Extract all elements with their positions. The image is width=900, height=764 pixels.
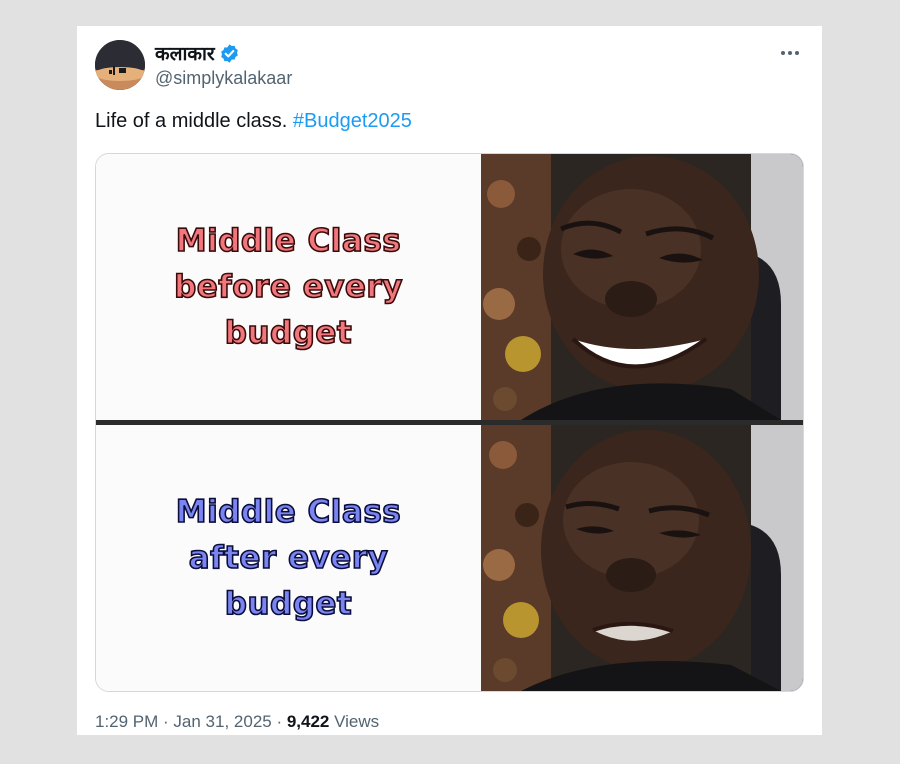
tweet-body: Life of a middle class. bbox=[95, 110, 293, 132]
tweet-text: Life of a middle class. #Budget2025 bbox=[95, 110, 412, 133]
tweet-footer: 1:29 PM · Jan 31, 2025 · 9,422 Views bbox=[95, 712, 379, 732]
caption-line: Middle Class bbox=[175, 222, 402, 260]
caption-line: budget bbox=[224, 585, 353, 623]
user-handle[interactable]: @simplykalakaar bbox=[155, 68, 292, 89]
caption-line: budget bbox=[224, 314, 353, 352]
meme-caption-after: Middle Class after every budget bbox=[96, 425, 481, 691]
caption-line: before every bbox=[173, 268, 403, 306]
smiling-man-illustration bbox=[481, 154, 803, 420]
more-dot bbox=[781, 51, 785, 55]
views-count[interactable]: 9,422 bbox=[287, 712, 330, 731]
tweet-media-image[interactable]: Middle Class before every budget Middle … bbox=[95, 153, 804, 692]
sad-man-illustration bbox=[481, 425, 803, 691]
views-label: Views bbox=[329, 712, 380, 731]
smiling-man-photo bbox=[481, 154, 803, 420]
display-name[interactable]: कलाकार bbox=[155, 40, 215, 66]
separator: · bbox=[158, 712, 174, 731]
tweet-time[interactable]: 1:29 PM bbox=[95, 712, 158, 731]
meme-panel-after: Middle Class after every budget bbox=[96, 425, 803, 691]
more-options-icon[interactable] bbox=[777, 40, 803, 66]
tweet-card[interactable]: कलाकार @simplykalakaar Life of a middle … bbox=[77, 26, 822, 735]
display-name-row[interactable]: कलाकार bbox=[155, 40, 240, 66]
meme-caption-before: Middle Class before every budget bbox=[96, 154, 481, 420]
more-dot bbox=[795, 51, 799, 55]
avatar-image bbox=[95, 40, 145, 90]
hashtag-link[interactable]: #Budget2025 bbox=[293, 110, 412, 132]
separator: · bbox=[271, 712, 287, 731]
sad-man-photo bbox=[481, 425, 803, 691]
caption-line: Middle Class bbox=[175, 493, 402, 531]
more-dot bbox=[788, 51, 792, 55]
avatar[interactable] bbox=[95, 40, 145, 90]
meme-panel-before: Middle Class before every budget bbox=[96, 154, 803, 420]
tweet-date[interactable]: Jan 31, 2025 bbox=[173, 712, 271, 731]
caption-line: after every bbox=[188, 539, 389, 577]
verified-badge-icon bbox=[220, 43, 238, 63]
